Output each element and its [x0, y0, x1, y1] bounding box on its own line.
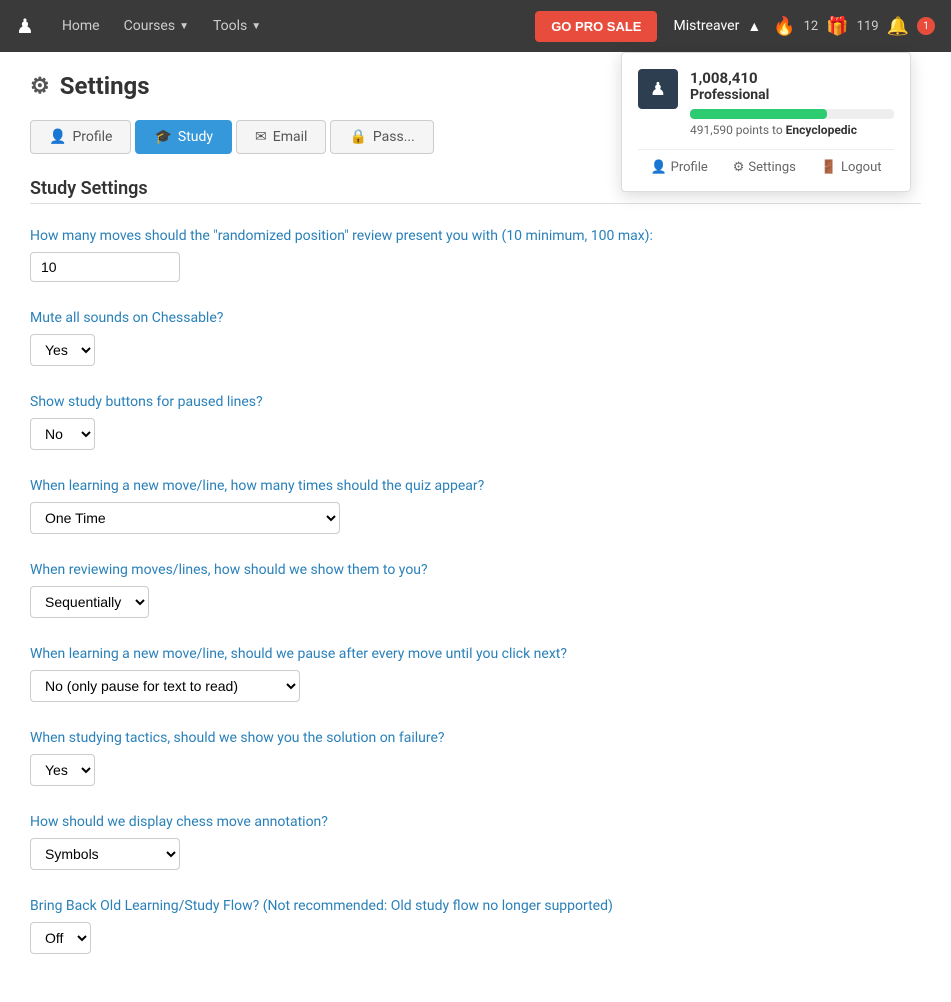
go-pro-button[interactable]: GO PRO SALE — [535, 11, 657, 42]
randomized-moves-label: How many moves should the "randomized po… — [30, 228, 921, 244]
points-to-label: 491,590 points to Encyclopedic — [690, 123, 894, 137]
user-info: 1,008,410 Professional 491,590 points to… — [690, 69, 894, 137]
setting-quiz-appear: When learning a new move/line, how many … — [30, 478, 921, 534]
lock-tab-icon: 🔒 — [349, 129, 366, 145]
courses-arrow-icon: ▼ — [179, 21, 189, 32]
avatar: ♟ — [638, 69, 678, 109]
username-label: Mistreaver — [673, 18, 739, 34]
mute-sounds-select[interactable]: Yes No — [30, 334, 95, 366]
user-points: 1,008,410 — [690, 69, 894, 87]
setting-tactics-failure: When studying tactics, should we show yo… — [30, 730, 921, 786]
progress-bar-container — [690, 109, 894, 119]
tactics-failure-select[interactable]: Yes No — [30, 754, 95, 786]
pause-move-select[interactable]: No (only pause for text to read) Yes — [30, 670, 300, 702]
dropdown-user-row: ♟ 1,008,410 Professional 491,590 points … — [638, 69, 894, 137]
user-dropdown: ♟ 1,008,410 Professional 491,590 points … — [621, 52, 911, 192]
progress-bar-fill — [690, 109, 827, 119]
gift-count: 119 — [857, 19, 879, 34]
next-rank-label: Encyclopedic — [786, 123, 857, 137]
mute-sounds-label: Mute all sounds on Chessable? — [30, 310, 921, 326]
paused-lines-select[interactable]: No Yes — [30, 418, 95, 450]
quiz-appear-label: When learning a new move/line, how many … — [30, 478, 921, 494]
dropdown-divider — [638, 149, 894, 150]
logout-icon: 🚪 — [821, 160, 837, 175]
settings-icon: ⚙ — [733, 160, 745, 175]
navbar: ♟ Home Courses ▼ Tools ▼ GO PRO SALE Mis… — [0, 0, 951, 52]
nav-home[interactable]: Home — [50, 0, 112, 52]
nav-courses[interactable]: Courses ▼ — [112, 0, 201, 52]
setting-paused-lines: Show study buttons for paused lines? No … — [30, 394, 921, 450]
tab-email[interactable]: ✉ Email — [236, 120, 326, 154]
tactics-failure-label: When studying tactics, should we show yo… — [30, 730, 921, 746]
paused-lines-label: Show study buttons for paused lines? — [30, 394, 921, 410]
bell-icon: 🔔 — [887, 16, 909, 37]
nav-icons: 🔥 12 🎁 119 🔔 1 — [773, 16, 935, 37]
tab-profile[interactable]: 👤 Profile — [30, 120, 131, 154]
email-tab-icon: ✉ — [255, 129, 267, 145]
profile-icon: 👤 — [650, 160, 666, 175]
streak-icon: 🔥 — [773, 16, 795, 37]
dropdown-menu-row: 👤 Profile ⚙ Settings 🚪 Logout — [638, 160, 894, 175]
study-tab-icon: 🎓 — [154, 129, 171, 145]
annotation-label: How should we display chess move annotat… — [30, 814, 921, 830]
nav-user[interactable]: Mistreaver ▲ — [673, 18, 761, 35]
tab-study[interactable]: 🎓 Study — [135, 120, 232, 154]
old-flow-select[interactable]: Off On — [30, 922, 91, 954]
main-content: ⚙ Settings 👤 Profile 🎓 Study ✉ Email 🔒 P… — [0, 52, 951, 1002]
pause-move-label: When learning a new move/line, should we… — [30, 646, 921, 662]
tools-arrow-icon: ▼ — [251, 21, 261, 32]
review-show-label: When reviewing moves/lines, how should w… — [30, 562, 921, 578]
streak-count: 12 — [804, 19, 819, 34]
gear-icon: ⚙ — [30, 74, 50, 99]
review-show-select[interactable]: Sequentially Randomly — [30, 586, 149, 618]
dropdown-profile-link[interactable]: 👤 Profile — [650, 160, 707, 175]
setting-mute-sounds: Mute all sounds on Chessable? Yes No — [30, 310, 921, 366]
setting-annotation: How should we display chess move annotat… — [30, 814, 921, 870]
setting-old-flow: Bring Back Old Learning/Study Flow? (Not… — [30, 898, 921, 954]
annotation-select[interactable]: Symbols Text — [30, 838, 180, 870]
randomized-moves-input[interactable] — [30, 252, 180, 282]
settings-body: Study Settings How many moves should the… — [30, 154, 921, 954]
gift-icon: 🎁 — [826, 16, 848, 37]
bell-badge: 1 — [917, 17, 935, 35]
setting-pause-move: When learning a new move/line, should we… — [30, 646, 921, 702]
dropdown-logout-link[interactable]: 🚪 Logout — [821, 160, 882, 175]
quiz-appear-select[interactable]: One Time Two Times Three Times — [30, 502, 340, 534]
nav-tools[interactable]: Tools ▼ — [201, 0, 273, 52]
section-divider — [30, 203, 921, 204]
setting-review-show: When reviewing moves/lines, how should w… — [30, 562, 921, 618]
user-chevron-icon: ▲ — [747, 18, 761, 35]
profile-tab-icon: 👤 — [49, 129, 66, 145]
setting-randomized-moves: How many moves should the "randomized po… — [30, 228, 921, 282]
dropdown-settings-link[interactable]: ⚙ Settings — [733, 160, 796, 175]
logo-icon: ♟ — [16, 14, 34, 38]
old-flow-label: Bring Back Old Learning/Study Flow? (Not… — [30, 898, 921, 914]
tab-password[interactable]: 🔒 Pass... — [330, 120, 433, 154]
user-rank: Professional — [690, 87, 894, 103]
